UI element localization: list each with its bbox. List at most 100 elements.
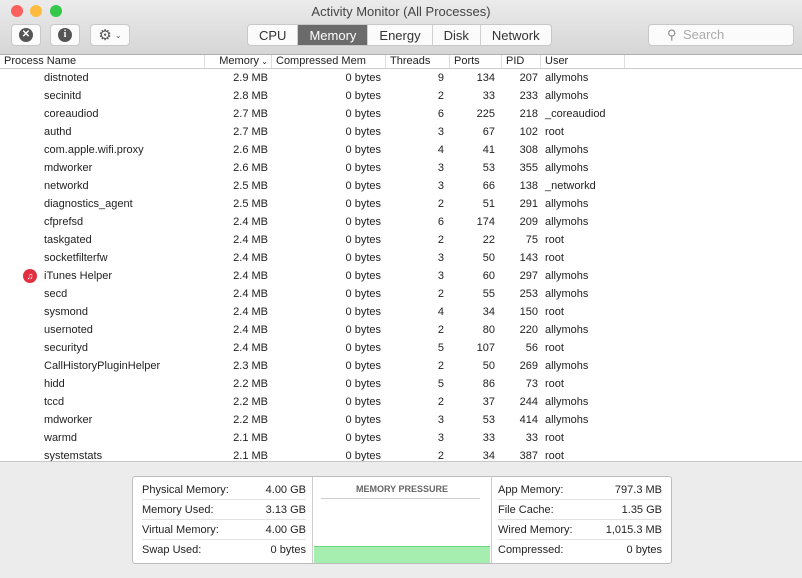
cell-ports: 51 (482, 198, 495, 210)
table-row[interactable]: warmd 2.1 MB 0 bytes 3 33 33 root (0, 429, 802, 447)
cell-pid: 244 (519, 396, 538, 408)
table-row[interactable]: systemstats 2.1 MB 0 bytes 2 34 387 root (0, 447, 802, 462)
cell-user: allymohs (545, 216, 589, 228)
cell-threads: 2 (437, 450, 444, 462)
table-row[interactable]: coreaudiod 2.7 MB 0 bytes 6 225 218 _coreaudio… (0, 105, 802, 123)
cell-user: allymohs (545, 72, 589, 84)
table-row[interactable]: tccd 2.2 MB 0 bytes 2 37 244 allymohs (0, 393, 802, 411)
quit-process-button[interactable]: ✕ (11, 24, 41, 46)
tab-network[interactable]: Network (481, 25, 551, 45)
table-row[interactable]: secinitd 2.8 MB 0 bytes 2 33 233 allymohs (0, 87, 802, 105)
cell-process-name: sysmond (44, 306, 89, 318)
stat-label: Compressed: (498, 544, 564, 556)
table-row[interactable]: secd 2.4 MB 0 bytes 2 55 253 allymohs (0, 285, 802, 303)
search-input[interactable]: ⚲ Search (648, 24, 794, 46)
table-row[interactable]: securityd 2.4 MB 0 bytes 5 107 56 root (0, 339, 802, 357)
cell-process-name: securityd (44, 342, 89, 354)
cell-compressed-mem: 0 bytes (345, 234, 381, 246)
cell-memory: 2.4 MB (233, 216, 268, 228)
panel-divider (491, 477, 492, 563)
cell-process-name: secinitd (44, 90, 82, 102)
cell-compressed-mem: 0 bytes (345, 270, 381, 282)
cell-ports: 134 (476, 72, 495, 84)
cell-user: root (545, 234, 564, 246)
cell-threads: 2 (437, 324, 444, 336)
cell-memory: 2.8 MB (233, 90, 268, 102)
cell-threads: 3 (437, 180, 444, 192)
cell-threads: 6 (437, 216, 444, 228)
cell-threads: 4 (437, 306, 444, 318)
table-row[interactable]: authd 2.7 MB 0 bytes 3 67 102 root (0, 123, 802, 141)
table-row[interactable]: usernoted 2.4 MB 0 bytes 2 80 220 allymohs (0, 321, 802, 339)
column-memory[interactable]: Memory ⌄ (205, 55, 272, 68)
cell-process-name: com.apple.wifi.proxy (44, 144, 144, 156)
cell-pid: 233 (519, 90, 538, 102)
action-menu-button[interactable]: ⚙ ⌄ (90, 24, 130, 46)
cell-process-name: socketfilterfw (44, 252, 108, 264)
cell-compressed-mem: 0 bytes (345, 450, 381, 462)
cell-pid: 207 (519, 72, 538, 84)
column-threads[interactable]: Threads (386, 55, 450, 68)
column-pid[interactable]: PID (502, 55, 541, 68)
table-row[interactable]: mdworker 2.2 MB 0 bytes 3 53 414 allymohs (0, 411, 802, 429)
column-process-name[interactable]: Process Name (0, 55, 205, 68)
table-row[interactable]: CallHistoryPluginHelper 2.3 MB 0 bytes 2 50 2… (0, 357, 802, 375)
stat-row: Compressed: 0 bytes (498, 540, 662, 560)
cell-ports: 174 (476, 216, 495, 228)
memory-pressure-graph (314, 546, 490, 563)
cell-pid: 253 (519, 288, 538, 300)
stat-row: Swap Used: 0 bytes (142, 540, 306, 560)
cell-pid: 291 (519, 198, 538, 210)
cell-process-name: usernoted (44, 324, 93, 336)
table-row[interactable]: sysmond 2.4 MB 0 bytes 4 34 150 root (0, 303, 802, 321)
table-row[interactable]: networkd 2.5 MB 0 bytes 3 66 138 _networkd (0, 177, 802, 195)
sort-chevron-icon: ⌄ (261, 57, 268, 66)
stat-label: Wired Memory: (498, 524, 573, 536)
process-table: distnoted 2.9 MB 0 bytes 9 134 207 allymohs sec… (0, 69, 802, 462)
inspect-process-button[interactable]: i (50, 24, 80, 46)
cell-pid: 297 (519, 270, 538, 282)
tab-energy[interactable]: Energy (368, 25, 433, 45)
tab-disk[interactable]: Disk (433, 25, 481, 45)
stat-row: App Memory: 797.3 MB (498, 480, 662, 500)
tab-memory[interactable]: Memory (298, 25, 369, 45)
stat-label: Virtual Memory: (142, 524, 219, 536)
cell-compressed-mem: 0 bytes (345, 396, 381, 408)
cell-memory: 2.4 MB (233, 252, 268, 264)
cell-user: root (545, 126, 564, 138)
table-row[interactable]: iTunes Helper 2.4 MB 0 bytes 3 60 297 allymohs… (0, 267, 802, 285)
cell-threads: 2 (437, 360, 444, 372)
cell-threads: 2 (437, 288, 444, 300)
table-row[interactable]: taskgated 2.4 MB 0 bytes 2 22 75 root (0, 231, 802, 249)
cell-ports: 55 (482, 288, 495, 300)
column-compressed-mem[interactable]: Compressed Mem (272, 55, 386, 68)
table-row[interactable]: diagnostics_agent 2.5 MB 0 bytes 2 51 291 ally… (0, 195, 802, 213)
column-ports[interactable]: Ports (450, 55, 502, 68)
cell-user: allymohs (545, 324, 589, 336)
cell-pid: 308 (519, 144, 538, 156)
cell-ports: 225 (476, 108, 495, 120)
gear-icon: ⚙ (98, 27, 112, 44)
table-row[interactable]: mdworker 2.6 MB 0 bytes 3 53 355 allymohs (0, 159, 802, 177)
cell-process-name: diagnostics_agent (44, 198, 133, 210)
table-row[interactable]: hidd 2.2 MB 0 bytes 5 86 73 root (0, 375, 802, 393)
cell-pid: 56 (525, 342, 538, 354)
table-row[interactable]: distnoted 2.9 MB 0 bytes 9 134 207 allymohs (0, 69, 802, 87)
window-title: Activity Monitor (All Processes) (311, 4, 491, 19)
cell-ports: 34 (482, 450, 495, 462)
stat-value: 0 bytes (626, 544, 662, 556)
cell-ports: 41 (482, 144, 495, 156)
cell-pid: 150 (519, 306, 538, 318)
table-row[interactable]: socketfilterfw 2.4 MB 0 bytes 3 50 143 root (0, 249, 802, 267)
cell-pid: 218 (519, 108, 538, 120)
column-user[interactable]: User (541, 55, 625, 68)
tab-cpu[interactable]: CPU (248, 25, 299, 45)
stat-label: Swap Used: (142, 544, 202, 556)
cell-process-name: networkd (44, 180, 89, 192)
table-row[interactable]: com.apple.wifi.proxy 2.6 MB 0 bytes 4 41 308 a… (0, 141, 802, 159)
table-row[interactable]: cfprefsd 2.4 MB 0 bytes 6 174 209 allymohs (0, 213, 802, 231)
cell-compressed-mem: 0 bytes (345, 198, 381, 210)
cell-memory: 2.4 MB (233, 306, 268, 318)
cell-compressed-mem: 0 bytes (345, 144, 381, 156)
cell-process-name: mdworker (44, 414, 93, 426)
